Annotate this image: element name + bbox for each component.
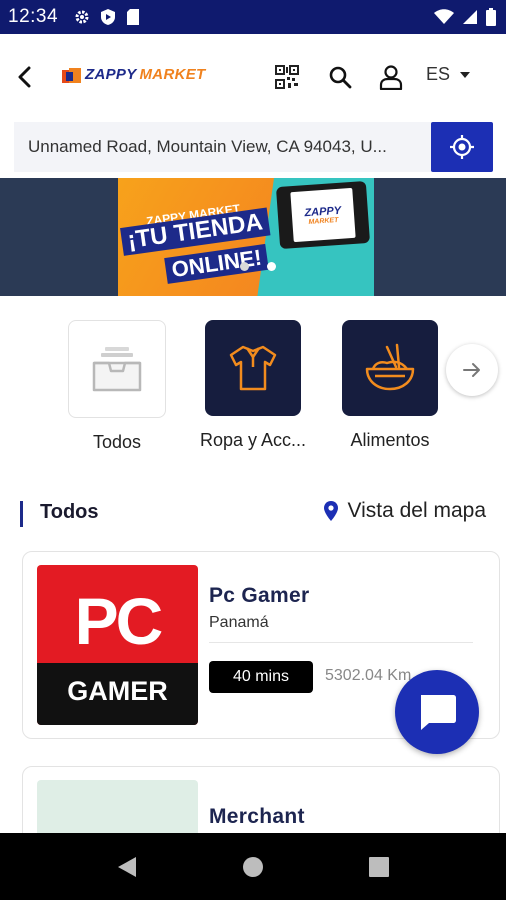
status-bar: 12:34 (0, 0, 506, 34)
wifi-icon (434, 9, 454, 30)
language-select[interactable]: ES (426, 64, 471, 85)
address-input[interactable]: Unnamed Road, Mountain View, CA 94043, U… (14, 122, 432, 172)
language-value: ES (426, 64, 451, 84)
delivery-time-badge: 40 mins (209, 661, 313, 693)
category-item-alimentos[interactable]: Alimentos (335, 320, 445, 451)
nav-home-button[interactable] (237, 851, 269, 883)
category-carousel: Todos Ropa y Acc... Alimentos (0, 320, 506, 470)
logo-text-market: MARKET (139, 65, 206, 83)
carousel-dot-active[interactable] (267, 262, 276, 271)
banner-image: ZAPPY MARKET ¡TU TIENDA ONLINE! ZAPPY MA… (118, 178, 374, 296)
status-icons-left (74, 8, 140, 31)
chat-bubble-icon (421, 695, 456, 730)
user-icon (379, 65, 403, 90)
category-label: Alimentos (350, 430, 430, 450)
section-title: Todos (40, 501, 99, 523)
arrow-right-icon (463, 363, 480, 377)
gear-icon (74, 9, 90, 30)
inbox-tray-icon (92, 347, 142, 392)
logo-text-zappy: ZAPPY (85, 65, 137, 83)
logo-text-gamer: GAMER (37, 663, 198, 725)
app-header: ZAPPY MARKET ES (0, 34, 506, 120)
category-item-ropa[interactable]: Ropa y Acc... (198, 320, 308, 451)
merchant-location: Panamá (209, 614, 269, 631)
qr-scan-button[interactable] (270, 60, 304, 94)
category-item-todos[interactable]: Todos (62, 320, 172, 453)
merchant-distance: 5302.04 Km (325, 667, 412, 684)
bag-logo-icon (62, 68, 81, 83)
search-icon (329, 66, 352, 89)
carousel-dot[interactable] (240, 262, 249, 271)
status-time: 12:34 (8, 6, 59, 27)
section-header: Todos Vista del mapa (20, 497, 486, 529)
search-button[interactable] (323, 60, 357, 94)
merchant-name: Pc Gamer (209, 584, 310, 607)
signal-icon (462, 9, 478, 30)
tablet-illustration: ZAPPY MARKET (275, 180, 371, 250)
address-row: Unnamed Road, Mountain View, CA 94043, U… (14, 122, 494, 172)
map-view-link[interactable]: Vista del mapa (323, 499, 486, 523)
locate-me-button[interactable] (431, 122, 493, 172)
chat-button[interactable] (395, 670, 479, 754)
logo-text-pc: PC (74, 584, 164, 658)
category-tile (205, 320, 301, 416)
divider (209, 642, 473, 643)
tablet-brand-market: MARKET (308, 216, 339, 226)
user-account-button[interactable] (374, 60, 408, 94)
status-icons-right (434, 8, 496, 31)
sd-card-icon (126, 8, 140, 31)
circle-home-icon (243, 857, 263, 877)
gps-target-icon (450, 135, 474, 159)
category-tile (68, 320, 166, 418)
section-accent-bar (20, 501, 23, 527)
category-label: Ropa y Acc... (199, 430, 307, 450)
battery-icon (486, 8, 496, 31)
back-arrow-icon (18, 66, 31, 88)
category-label: Todos (92, 432, 142, 452)
map-pin-icon (324, 501, 339, 521)
zappy-market-logo[interactable]: ZAPPY MARKET (62, 65, 205, 83)
shield-icon (100, 8, 116, 31)
category-tile (342, 320, 438, 416)
category-next-button[interactable] (446, 344, 498, 396)
nav-recents-button[interactable] (363, 851, 395, 883)
merchant-name: Merchant (209, 805, 305, 828)
triangle-back-icon (118, 857, 136, 877)
caret-down-icon (460, 71, 471, 78)
food-bowl-icon (365, 343, 415, 391)
polo-shirt-icon (229, 345, 277, 391)
map-view-label: Vista del mapa (347, 499, 486, 522)
qr-code-icon (275, 65, 299, 89)
square-recents-icon (369, 857, 389, 877)
promo-banner-carousel[interactable]: ZAPPY MARKET ¡TU TIENDA ONLINE! ZAPPY MA… (0, 178, 506, 296)
system-navigation-bar (0, 833, 506, 900)
back-button[interactable] (8, 60, 42, 94)
nav-back-button[interactable] (111, 851, 143, 883)
merchant-logo-image: PC GAMER (37, 565, 198, 725)
carousel-indicator (240, 262, 276, 271)
